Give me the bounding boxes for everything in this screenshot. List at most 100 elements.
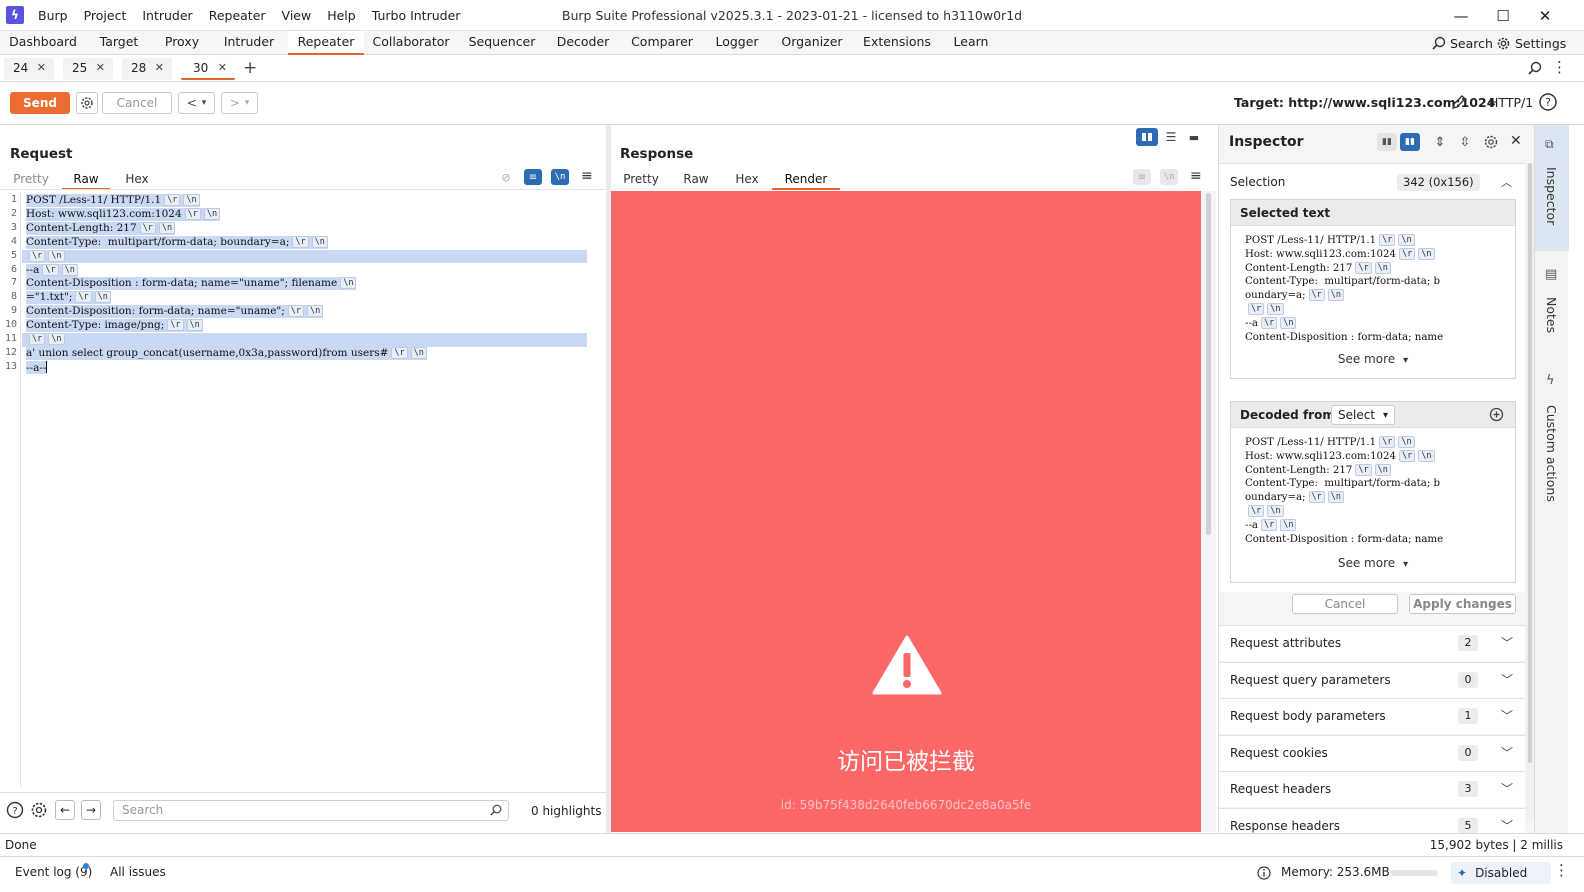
- layout-stacked-icon[interactable]: ☰: [1162, 128, 1180, 146]
- info-icon[interactable]: [1257, 866, 1271, 880]
- help-icon[interactable]: ?: [1538, 92, 1558, 112]
- tab-intruder[interactable]: Intruder: [218, 31, 280, 55]
- tab-dashboard[interactable]: Dashboard: [6, 31, 80, 55]
- hide-nonprintable-icon[interactable]: ⊘: [497, 169, 515, 185]
- selection-row[interactable]: Selection 342 (0x156) ︿: [1219, 163, 1525, 199]
- apply-changes-button[interactable]: Apply changes: [1409, 594, 1516, 614]
- settings-button[interactable]: Settings: [1496, 34, 1566, 52]
- line-ending-marker: \n: [1267, 505, 1284, 517]
- close-tab-icon[interactable]: ✕: [37, 58, 46, 78]
- gear-icon[interactable]: [30, 801, 48, 819]
- response-tab-hex[interactable]: Hex: [730, 170, 764, 190]
- cancel-button[interactable]: Cancel: [102, 92, 172, 114]
- decoded-select-dropdown[interactable]: Select ▾: [1331, 405, 1396, 425]
- request-line: POST /Less-11/ HTTP/1.1 \r \n: [26, 194, 200, 207]
- menu-burp[interactable]: Burp: [30, 8, 76, 23]
- sidebar-item-inspector[interactable]: ⧉ Inspector: [1535, 125, 1569, 251]
- hamburger-menu-icon[interactable]: ≡: [581, 168, 593, 184]
- see-more-button[interactable]: See more ▾: [1231, 352, 1515, 366]
- collapse-all-icon[interactable]: ⇳: [1457, 133, 1473, 151]
- edit-pencil-icon[interactable]: [1450, 93, 1468, 111]
- show-newlines-icon[interactable]: \n: [1160, 169, 1178, 185]
- response-tab-render[interactable]: Render: [772, 170, 840, 190]
- tab-organizer[interactable]: Organizer: [778, 31, 846, 55]
- menu-intruder[interactable]: Intruder: [134, 8, 200, 23]
- tab-proxy[interactable]: Proxy: [157, 31, 207, 55]
- close-tab-icon[interactable]: ✕: [96, 58, 105, 78]
- response-tab-pretty[interactable]: Pretty: [620, 170, 662, 190]
- close-icon[interactable]: ✕: [1522, 0, 1568, 31]
- block-id: id: 59b75f438d2640feb6670dc2e8a0a5fe: [780, 798, 1032, 812]
- menu-view[interactable]: View: [274, 8, 320, 23]
- menu-turbo-intruder[interactable]: Turbo Intruder: [364, 8, 469, 23]
- event-log-link[interactable]: Event log (9): [15, 865, 92, 879]
- request-tab-pretty[interactable]: Pretty: [10, 170, 52, 190]
- request-tab-raw[interactable]: Raw: [62, 170, 110, 190]
- forward-history-button[interactable]: > ▾: [221, 92, 258, 114]
- close-tab-icon[interactable]: ✕: [218, 58, 227, 78]
- hamburger-menu-icon[interactable]: ≡: [1190, 168, 1202, 184]
- section-request-cookies[interactable]: Request cookies 0 ﹀: [1219, 735, 1525, 771]
- tab-collaborator[interactable]: Collaborator: [370, 31, 452, 55]
- repeater-tab[interactable]: 25 ✕: [63, 58, 113, 80]
- previous-match-icon[interactable]: ←: [55, 800, 75, 820]
- sidebar-item-custom-actions[interactable]: ϟ Custom actions: [1535, 367, 1569, 507]
- send-button[interactable]: Send: [10, 92, 70, 114]
- layout-side-by-side-icon[interactable]: [1136, 128, 1158, 146]
- menu-repeater[interactable]: Repeater: [201, 8, 274, 23]
- add-circle-icon[interactable]: [1489, 407, 1504, 422]
- section-request-attributes[interactable]: Request attributes 2 ﹀: [1219, 625, 1525, 661]
- close-tab-icon[interactable]: ✕: [155, 58, 164, 78]
- menu-help[interactable]: Help: [319, 8, 364, 23]
- search-icon[interactable]: [1528, 61, 1542, 75]
- send-options-button[interactable]: [76, 92, 98, 114]
- tab-sequencer[interactable]: Sequencer: [466, 31, 538, 55]
- help-icon[interactable]: ?: [6, 801, 24, 819]
- wrap-lines-icon[interactable]: ≡: [524, 169, 542, 185]
- global-search-button[interactable]: Search: [1432, 34, 1493, 52]
- inspector-layout-active-icon[interactable]: ▮▮: [1400, 133, 1420, 151]
- all-issues-link[interactable]: All issues: [110, 865, 166, 879]
- tab-learn[interactable]: Learn: [946, 31, 996, 55]
- tab-target[interactable]: Target: [92, 31, 146, 55]
- kebab-menu-icon[interactable]: ⋮: [1552, 58, 1567, 76]
- tab-extensions[interactable]: Extensions: [860, 31, 934, 55]
- repeater-tab-active[interactable]: 30 ✕: [181, 58, 235, 80]
- kebab-menu-icon[interactable]: ⋮: [1554, 861, 1569, 879]
- tab-logger[interactable]: Logger: [709, 31, 765, 55]
- see-more-button[interactable]: See more ▾: [1231, 556, 1515, 570]
- section-request-query-parameters[interactable]: Request query parameters 0 ﹀: [1219, 662, 1525, 698]
- request-editor[interactable]: 1 2 3 4 5 6 7 8 9 10 11 12 13 POST /Less-11/ HTTP/1.…: [0, 191, 606, 787]
- chevron-up-icon[interactable]: ︿: [1501, 174, 1512, 190]
- inspector-cancel-button[interactable]: Cancel: [1292, 594, 1398, 614]
- minimize-icon[interactable]: —: [1438, 0, 1484, 31]
- show-newlines-icon[interactable]: \n: [551, 169, 569, 185]
- request-tab-hex[interactable]: Hex: [120, 170, 154, 190]
- tab-decoder[interactable]: Decoder: [551, 31, 615, 55]
- wrap-lines-icon[interactable]: ≡: [1133, 169, 1151, 185]
- sidebar-item-notes[interactable]: ▤ Notes: [1535, 259, 1569, 349]
- request-search-input[interactable]: Search: [113, 800, 509, 821]
- tab-repeater[interactable]: Repeater: [288, 31, 364, 55]
- maximize-icon[interactable]: ☐: [1480, 0, 1526, 31]
- inspector-layout-icon[interactable]: ▮▮: [1377, 133, 1397, 151]
- tab-comparer[interactable]: Comparer: [627, 31, 697, 55]
- response-tab-raw[interactable]: Raw: [678, 170, 714, 190]
- section-request-body-parameters[interactable]: Request body parameters 1 ﹀: [1219, 698, 1525, 734]
- close-inspector-icon[interactable]: ✕: [1510, 133, 1522, 149]
- next-match-icon[interactable]: →: [81, 800, 101, 820]
- back-history-button[interactable]: < ▾: [178, 92, 215, 114]
- gear-icon[interactable]: [1483, 134, 1499, 150]
- section-request-headers[interactable]: Request headers 3 ﹀: [1219, 771, 1525, 807]
- inspector-scrollbar[interactable]: [1526, 163, 1534, 819]
- ai-disabled-toggle[interactable]: ✦ Disabled: [1451, 862, 1551, 884]
- http-version[interactable]: HTTP/1: [1489, 95, 1533, 110]
- response-scrollbar[interactable]: [1201, 191, 1216, 832]
- layout-tabs-icon[interactable]: ▬: [1185, 128, 1203, 146]
- menu-project[interactable]: Project: [76, 8, 135, 23]
- section-response-headers[interactable]: Response headers 5 ﹀: [1219, 808, 1525, 833]
- repeater-tab[interactable]: 28 ✕: [122, 58, 172, 80]
- add-tab-icon[interactable]: +: [243, 58, 257, 78]
- expand-all-icon[interactable]: ⇕: [1432, 133, 1448, 151]
- repeater-tab[interactable]: 24 ✕: [4, 58, 54, 80]
